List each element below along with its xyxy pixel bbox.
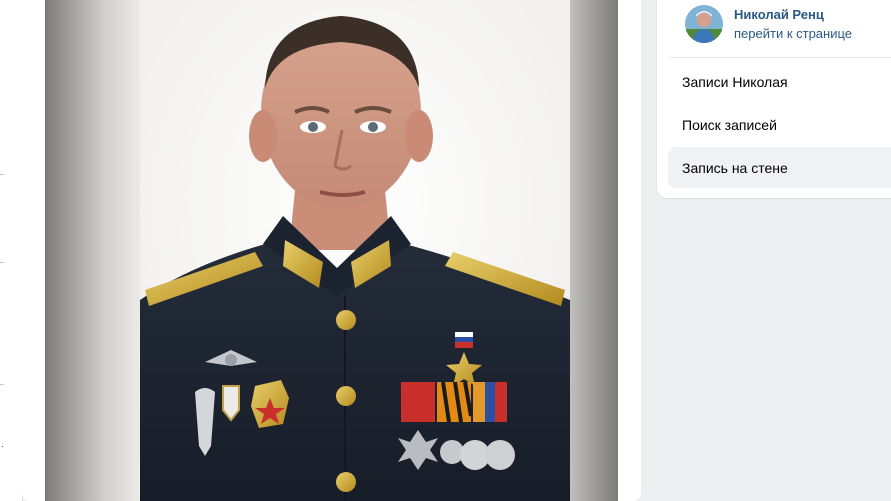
menu-item-label: Записи Николая	[682, 73, 788, 90]
menu-item-search-posts[interactable]: Поиск записей	[668, 104, 891, 145]
divider	[0, 384, 4, 385]
portrait-photo-icon	[140, 0, 570, 501]
divider	[0, 174, 4, 175]
divider	[669, 57, 891, 58]
uniform-button	[336, 386, 356, 406]
uniform-button	[336, 310, 356, 330]
avatar[interactable]	[685, 5, 723, 43]
left-column-edge: .	[0, 0, 23, 501]
side-panel: Николай Ренц перейти к странице Записи Н…	[657, 0, 891, 198]
uniform-button	[336, 472, 356, 492]
menu-item-wall-post[interactable]: Запись на стене	[668, 147, 891, 188]
menu-item-user-posts[interactable]: Записи Николая	[668, 61, 891, 102]
divider	[0, 262, 4, 263]
post-photo[interactable]	[45, 0, 618, 501]
profile-block[interactable]: Николай Ренц перейти к странице	[685, 3, 852, 45]
go-to-page-link[interactable]: перейти к странице	[734, 24, 852, 43]
post-card	[22, 0, 641, 501]
menu-item-label: Поиск записей	[682, 116, 777, 133]
profile-name-link[interactable]: Николай Ренц	[734, 5, 852, 24]
more-icon[interactable]: .	[1, 440, 4, 450]
side-menu: Записи Николая Поиск записей Запись на с…	[668, 61, 891, 190]
avatar-image	[685, 5, 723, 43]
page: . Николай Ренц перейти к странице Записи…	[0, 0, 891, 501]
menu-item-label: Запись на стене	[682, 159, 788, 176]
medal-ribbons	[401, 381, 507, 423]
